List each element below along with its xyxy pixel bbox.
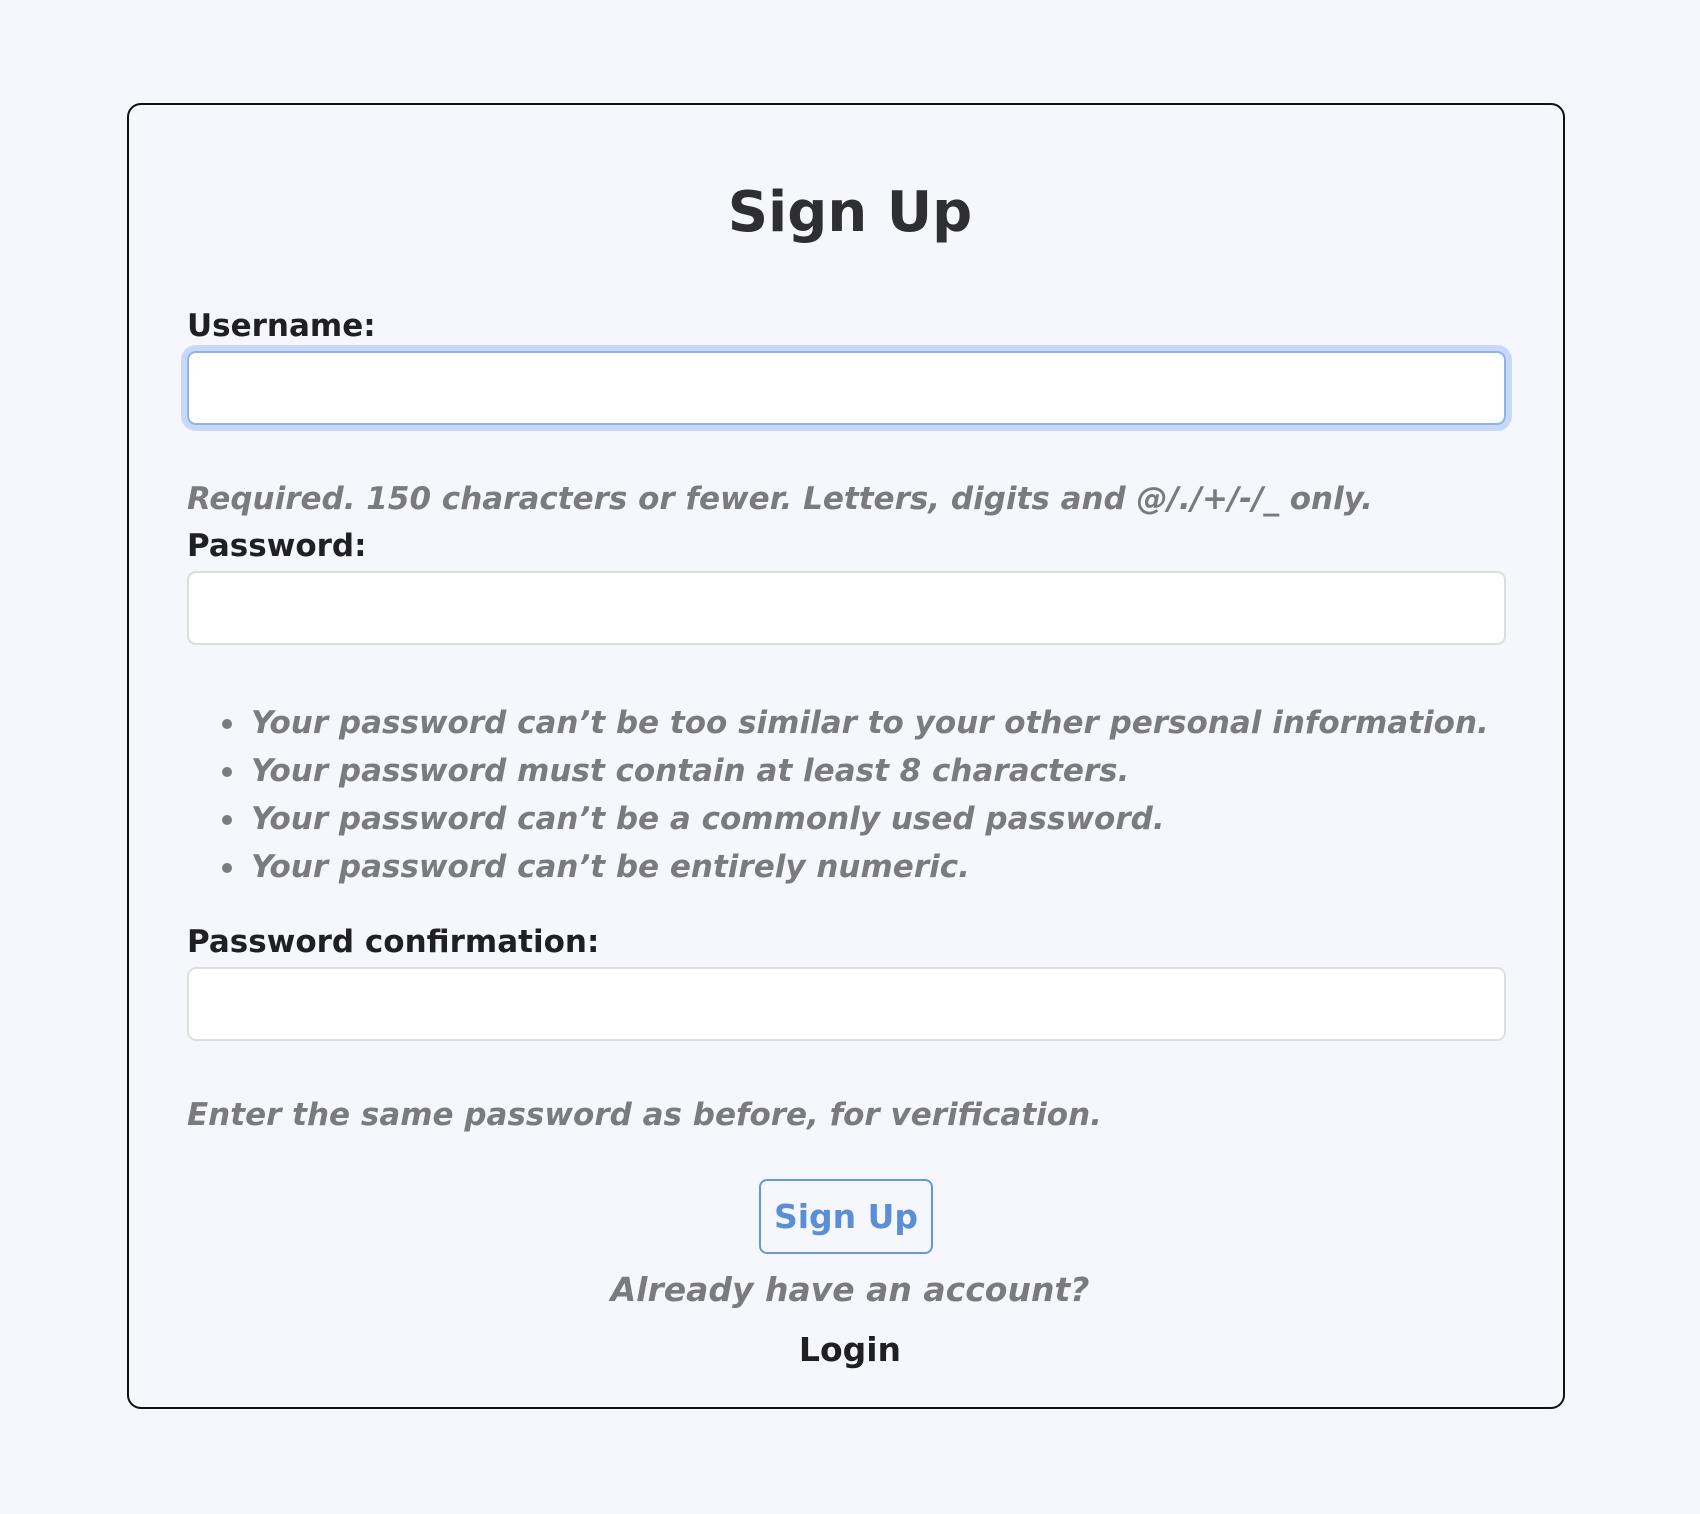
username-input[interactable] [187, 351, 1506, 425]
password-rule: Your password can’t be entirely numeric. [187, 843, 1489, 891]
password-rule-text: Your password can’t be a commonly used p… [251, 801, 1165, 837]
signup-button[interactable]: Sign Up [759, 1179, 933, 1254]
password-confirmation-help-text: Enter the same password as before, for v… [187, 1097, 1102, 1133]
already-have-account-text: Already have an account? [610, 1270, 1090, 1309]
username-label: Username: [187, 308, 376, 344]
username-help-text: Required. 150 characters or fewer. Lette… [187, 481, 1373, 517]
bullet-icon [222, 719, 232, 729]
password-label: Password: [187, 528, 367, 564]
bullet-icon [222, 767, 232, 777]
password-confirmation-input[interactable] [187, 967, 1506, 1041]
page-title: Sign Up [727, 180, 973, 245]
bullet-icon [222, 815, 232, 825]
password-rule: Your password can’t be a commonly used p… [187, 795, 1489, 843]
password-rules-list: Your password can’t be too similar to yo… [187, 699, 1489, 891]
password-rule: Your password can’t be too similar to yo… [187, 699, 1489, 747]
password-rule-text: Your password must contain at least 8 ch… [251, 753, 1130, 789]
password-confirmation-label: Password confirmation: [187, 924, 600, 960]
password-rule-text: Your password can’t be entirely numeric. [251, 849, 970, 885]
password-input[interactable] [187, 571, 1506, 645]
password-rule: Your password must contain at least 8 ch… [187, 747, 1489, 795]
bullet-icon [222, 863, 232, 873]
login-link[interactable]: Login [0, 1330, 1700, 1370]
password-rule-text: Your password can’t be too similar to yo… [251, 705, 1489, 741]
